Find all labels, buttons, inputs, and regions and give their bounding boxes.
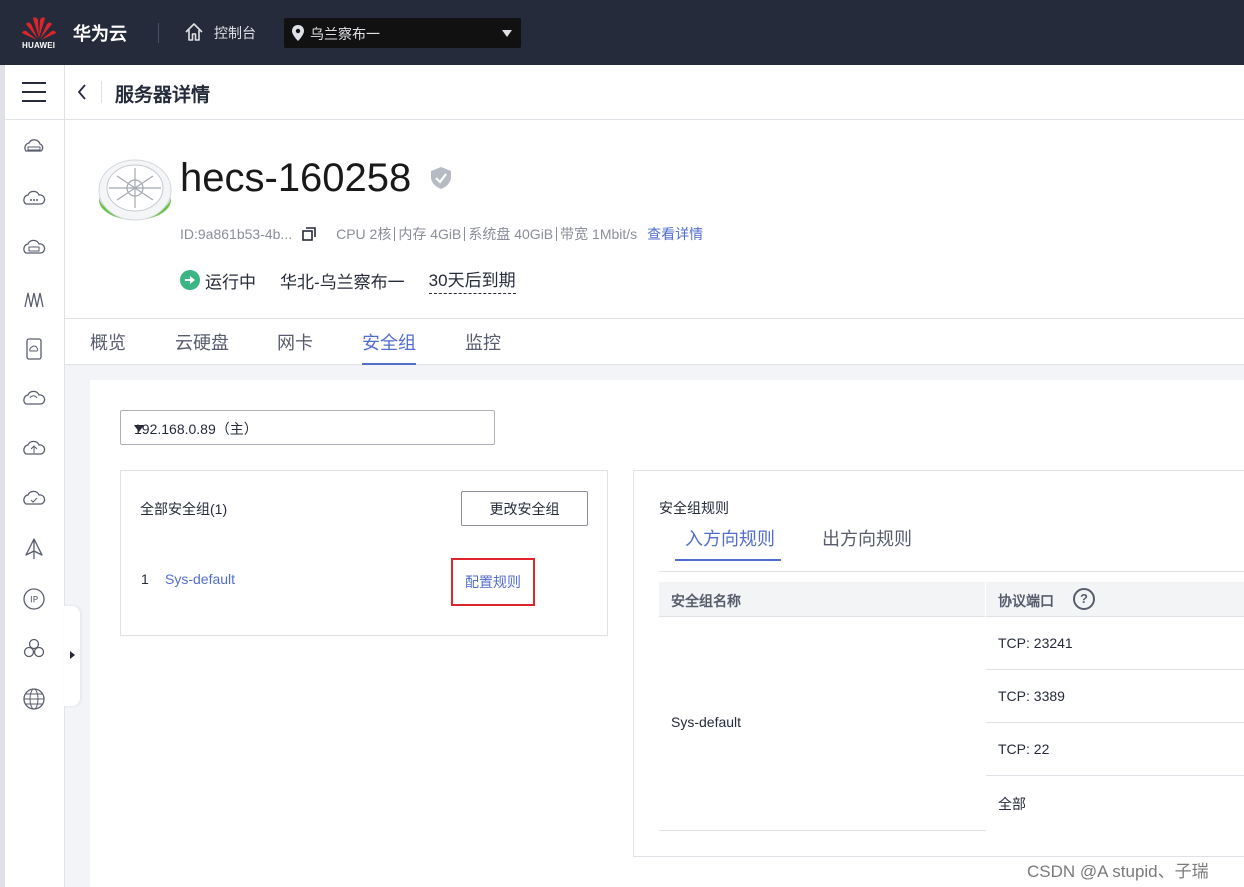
tab-nic[interactable]: 网卡 [277,329,313,355]
cloud-upload-icon[interactable] [22,437,46,461]
rule-group-name: Sys-default [671,714,742,730]
database-icon[interactable] [22,337,46,361]
server-illustration-icon [98,159,172,221]
location-pin-icon [292,25,304,41]
cloud-outline-icon[interactable] [22,387,46,411]
port-value: TCP: 3389 [998,688,1065,704]
configure-rules-label: 配置规则 [465,574,521,590]
globe-icon[interactable] [22,687,46,711]
svg-text:IP: IP [30,596,39,606]
table-row: TCP: 23241 [986,617,1244,670]
left-sidebar: IP [5,65,65,887]
server-summary: hecs-160258 ID:9a861b53-4b... CPU 2核 内存 … [65,120,1244,318]
nic-select-value: 192.168.0.89（主） [134,421,258,437]
cloud-check-icon[interactable] [22,487,46,511]
status-row: 运行中 华北-乌兰察布一 30天后到期 [180,266,516,294]
view-details-link[interactable]: 查看详情 [647,224,703,244]
logo-text: HUAWEI [22,41,56,50]
tab-monitoring[interactable]: 监控 [465,329,501,355]
security-group-panel: 192.168.0.89（主） 全部安全组(1) 更改安全组 1 Sys-def… [90,380,1244,887]
topbar-divider [158,23,159,43]
network-icon[interactable] [22,287,46,311]
rules-table-header: 安全组名称 协议端口 ? [659,582,1244,617]
configure-rules-link[interactable]: 配置规则 [451,558,535,606]
menu-icon[interactable] [22,82,46,102]
server-meta: ID:9a861b53-4b... CPU 2核 内存 4GiB 系统盘 40G… [180,224,703,244]
server-region: 华北-乌兰察布一 [280,272,405,292]
sidebar-divider [5,119,65,120]
watermark: CSDN @A stupid、子瑞 [1027,862,1209,881]
expire-info[interactable]: 30天后到期 [428,266,516,294]
server-name: hecs-160258 [180,156,412,200]
security-rules-panel: 安全组规则 入方向规则 出方向规则 安全组名称 协议端口 ? Sys-defau… [633,470,1244,857]
tab-overview[interactable]: 概览 [90,329,126,355]
caret-down-icon [502,30,512,37]
back-arrow-icon[interactable] [77,84,87,100]
region-label: 乌兰察布一 [310,26,380,42]
sidebar-expand-handle[interactable] [64,606,80,706]
spec-divider [394,227,396,241]
storage-icon[interactable] [22,237,46,261]
home-icon[interactable] [184,22,204,42]
tab-security-group[interactable]: 安全组 [362,329,416,365]
copy-icon[interactable] [302,227,316,241]
group-name-link[interactable]: Sys-default [165,571,235,587]
tab-outbound-rules[interactable]: 出方向规则 [822,525,912,551]
help-icon[interactable]: ? [1073,588,1095,610]
table-row: TCP: 22 [986,723,1244,776]
nic-select[interactable]: 192.168.0.89（主） [120,410,495,445]
spec-divider [556,227,558,241]
detail-tabs: 概览 云硬盘 网卡 安全组 监控 [65,318,1244,365]
all-groups-title: 全部安全组(1) [140,501,228,517]
column-header-protocol-port: 协议端口 [998,593,1054,609]
header-divider [101,81,102,103]
tab-inbound-rules[interactable]: 入方向规则 [675,525,781,561]
rules-title: 安全组规则 [659,500,729,516]
port-value: TCP: 23241 [998,635,1073,651]
port-value: TCP: 22 [998,741,1050,757]
ip-icon[interactable]: IP [22,587,46,611]
page-title: 服务器详情 [115,85,211,106]
table-row: TCP: 3389 [986,670,1244,723]
security-group-list: 全部安全组(1) 更改安全组 1 Sys-default 配置规则 [120,470,608,636]
running-status-icon [180,270,200,290]
rule-tabs-divider [659,571,1244,572]
cluster-icon[interactable] [22,637,46,661]
spec-divider [464,227,466,241]
page-header: 服务器详情 [65,65,1244,120]
bandwidth-spec: 带宽 1Mbit/s [560,226,638,242]
caret-down-icon [134,425,144,432]
cloud-server-icon[interactable] [22,137,46,161]
table-bottom-border [659,830,986,831]
cloud-icon[interactable] [22,187,46,211]
console-link[interactable]: 控制台 [214,23,256,43]
port-value: 全部 [998,796,1026,812]
table-row: 全部 [986,776,1244,829]
column-divider [985,582,986,617]
shield-icon [431,167,451,189]
brand-name[interactable]: 华为云 [73,20,127,46]
disk-spec: 系统盘 40GiB [468,226,554,242]
group-index: 1 [141,571,149,587]
server-id: ID:9a861b53-4b... [180,226,293,242]
running-status: 运行中 [205,272,256,292]
tab-cloud-disk[interactable]: 云硬盘 [175,329,229,355]
column-header-group-name: 安全组名称 [671,593,741,609]
top-bar: HUAWEI 华为云 控制台 乌兰察布一 [0,0,1244,65]
cpu-spec: CPU 2核 [336,226,392,242]
cdn-icon[interactable] [22,537,46,561]
memory-spec: 内存 4GiB [398,226,462,242]
caret-right-icon [70,651,75,659]
change-security-group-button[interactable]: 更改安全组 [461,491,588,526]
region-selector[interactable]: 乌兰察布一 [284,18,521,48]
